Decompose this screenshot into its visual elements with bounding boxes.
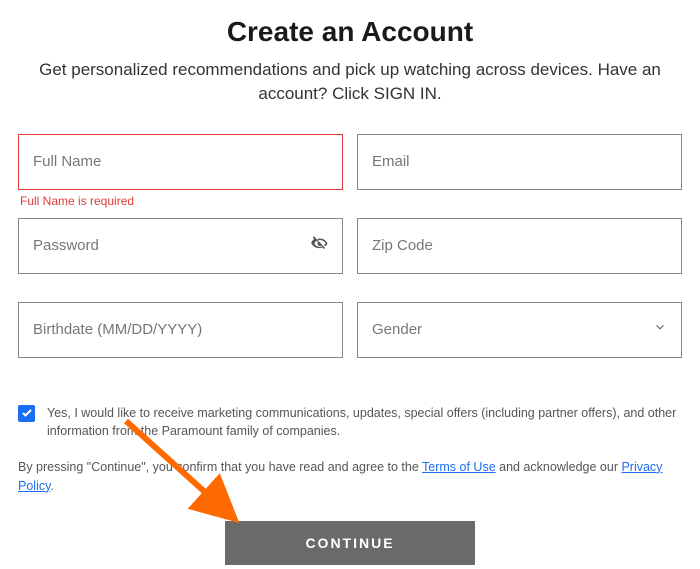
- check-icon: [21, 407, 33, 419]
- email-field[interactable]: [357, 134, 682, 190]
- gender-label: Gender: [372, 321, 653, 338]
- zip-input[interactable]: [372, 237, 667, 254]
- zip-field[interactable]: [357, 218, 682, 274]
- full-name-input[interactable]: [33, 153, 328, 170]
- page-subtitle: Get personalized recommendations and pic…: [38, 58, 662, 106]
- legal-text: By pressing "Continue", you confirm that…: [18, 458, 682, 496]
- eye-off-icon[interactable]: [310, 233, 330, 258]
- page-title: Create an Account: [18, 16, 682, 48]
- marketing-label: Yes, I would like to receive marketing c…: [47, 404, 682, 440]
- gender-select[interactable]: Gender: [357, 302, 682, 358]
- terms-link[interactable]: Terms of Use: [422, 460, 496, 474]
- password-field[interactable]: [18, 218, 343, 274]
- email-input[interactable]: [372, 153, 667, 170]
- birthdate-input[interactable]: [33, 321, 328, 338]
- full-name-error: Full Name is required: [20, 194, 343, 210]
- continue-button[interactable]: CONTINUE: [225, 521, 475, 565]
- chevron-down-icon: [653, 320, 667, 339]
- password-input[interactable]: [33, 237, 328, 254]
- birthdate-field[interactable]: [18, 302, 343, 358]
- marketing-checkbox[interactable]: [18, 405, 35, 422]
- full-name-field[interactable]: [18, 134, 343, 190]
